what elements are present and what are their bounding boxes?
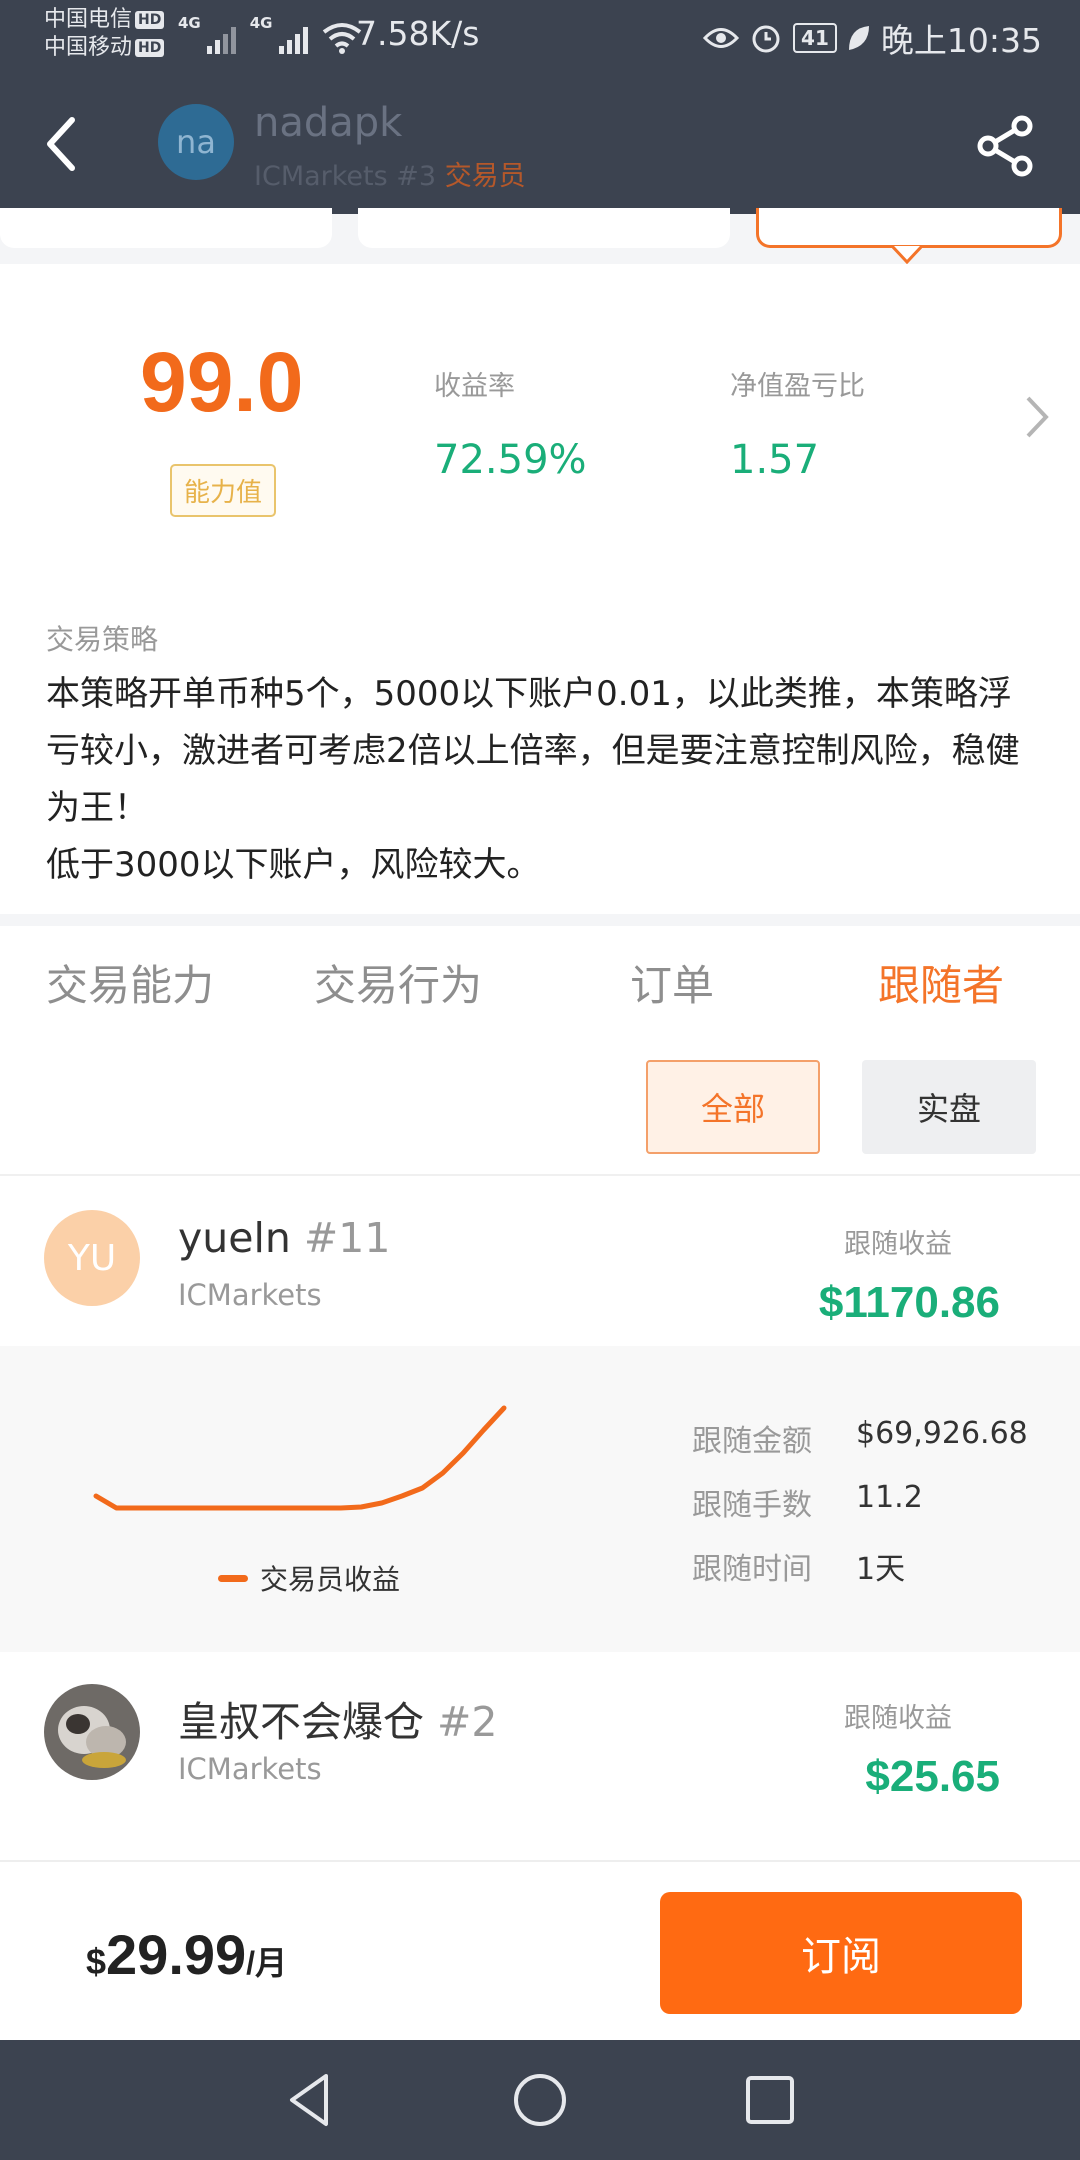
tab-trading-ability[interactable]: 交易能力 [46, 952, 214, 1013]
filter-all-button[interactable]: 全部 [646, 1060, 820, 1154]
follow-earnings-label: 跟随收益 [844, 1703, 952, 1734]
nav-back-icon[interactable] [278, 2068, 342, 2132]
follower-name: 皇叔不会爆仓 #2 [178, 1688, 498, 1748]
app-header: na nadapk ICMarkets #3 交易员 [0, 72, 1080, 214]
trader-avatar: na [158, 104, 234, 180]
status-bar: 中国电信 HD 中国移动 HD 4G 4G 7.58K/s 41 晚上10:35 [0, 0, 1080, 72]
chevron-right-icon[interactable] [1024, 394, 1050, 440]
leaf-icon [848, 26, 869, 50]
follow-earnings-value: $1170.86 [818, 1278, 1000, 1327]
follower-detail-panel: 交易员收益 跟随金额 $69,926.68 跟随手数 11.2 跟随时间 1天 [0, 1346, 1080, 1652]
hd-badge: HD [135, 39, 165, 57]
follower-avatar: YU [44, 1210, 140, 1306]
strategy-label: 交易策略 [46, 623, 159, 656]
metric-profit-loss-ratio: 净值盈亏比 1.57 [730, 364, 865, 483]
system-nav-bar [0, 2040, 1080, 2160]
price-currency: $ [86, 1941, 107, 1982]
stat-follow-amount: 跟随金额 $69,926.68 [692, 1416, 1028, 1460]
tab-bar: 交易能力 交易行为 订单 跟随者 [0, 926, 1080, 1036]
follow-earnings-label: 跟随收益 [844, 1229, 952, 1260]
follower-name-text: yueln [178, 1214, 291, 1262]
account-cards-strip [0, 208, 1080, 265]
metric-label: 收益率 [434, 371, 515, 402]
metric-label: 净值盈亏比 [730, 371, 865, 402]
network-speed: 7.58K/s [356, 14, 480, 53]
stat-label: 跟随时间 [692, 1552, 812, 1587]
cat-photo-icon [44, 1684, 140, 1780]
battery-icon: 41 [793, 23, 837, 53]
follower-row[interactable]: YU yueln #11 ICMarkets 跟随收益 $1170.86 [0, 1178, 1080, 1346]
follower-rank: #11 [303, 1214, 391, 1262]
score-section[interactable]: 99.0 能力值 收益率 72.59% 净值盈亏比 1.57 [0, 264, 1080, 594]
stat-label: 跟随手数 [692, 1488, 812, 1523]
follower-name: yueln #11 [178, 1214, 390, 1262]
tab-followers[interactable]: 跟随者 [878, 952, 1004, 1013]
follower-filters: 全部 实盘 [0, 1036, 1080, 1176]
role-badge: 交易员 [444, 161, 526, 192]
stat-label: 跟随金额 [692, 1424, 812, 1459]
stat-follow-time: 跟随时间 1天 [692, 1544, 905, 1588]
follower-name-text: 皇叔不会爆仓 [178, 1698, 424, 1746]
strategy-text: 本策略开单币种5个，5000以下账户0.01，以此类推，本策略浮亏较小，激进者可… [46, 674, 1020, 885]
metric-return: 收益率 72.59% [434, 364, 587, 483]
carrier-2: 中国移动 [44, 35, 133, 60]
tab-orders[interactable]: 订单 [630, 952, 714, 1013]
status-right: 41 晚上10:35 [703, 14, 1042, 62]
trader-name: nadapk [254, 100, 403, 146]
account-card-selected[interactable] [756, 208, 1062, 248]
ability-tag: 能力值 [170, 464, 277, 517]
price-period: /月 [246, 1945, 288, 1981]
signal-icons: 4G 4G [178, 14, 362, 54]
account-card[interactable] [0, 208, 332, 248]
broker-rank: ICMarkets #3 [254, 161, 437, 192]
carrier-1: 中国电信 [44, 7, 133, 32]
hd-badge: HD [135, 11, 165, 29]
subscription-price: $29.99/月 [86, 1922, 287, 1987]
follower-row[interactable]: 皇叔不会爆仓 #2 ICMarkets 跟随收益 $25.65 [0, 1652, 1080, 1818]
series-line-trader-earnings [93, 1405, 507, 1511]
ability-score: 99.0 [140, 335, 304, 429]
section-divider [0, 914, 1080, 926]
network-type-label: 4G [249, 14, 273, 32]
stat-value: 1天 [856, 1552, 906, 1587]
account-card[interactable] [358, 208, 730, 248]
legend-swatch [218, 1574, 248, 1582]
follower-avatar-photo [44, 1684, 140, 1780]
filter-real-button[interactable]: 实盘 [862, 1060, 1036, 1154]
chart-legend: 交易员收益 [218, 1558, 400, 1598]
carrier-info: 中国电信 HD 中国移动 HD [44, 6, 165, 62]
subscribe-button[interactable]: 订阅 [660, 1892, 1022, 2014]
strategy-section: 交易策略 本策略开单币种5个，5000以下账户0.01，以此类推，本策略浮亏较小… [0, 594, 1080, 914]
clock: 晚上10:35 [880, 21, 1042, 60]
trader-subtitle: ICMarkets #3 交易员 [254, 154, 526, 193]
metric-value: 72.59% [434, 437, 587, 483]
back-icon[interactable] [38, 112, 88, 176]
alarm-icon [752, 25, 780, 53]
follower-broker: ICMarkets [178, 1278, 322, 1312]
selected-pointer [892, 246, 922, 265]
network-type-label: 4G [178, 14, 201, 32]
signal-strength-icon [278, 24, 308, 54]
nav-home-icon[interactable] [508, 2068, 572, 2132]
stat-follow-lots: 跟随手数 11.2 [692, 1480, 923, 1524]
subscribe-bar: $29.99/月 订阅 [0, 1860, 1080, 2040]
trader-earnings-chart [93, 1405, 507, 1511]
tab-trading-behavior[interactable]: 交易行为 [314, 952, 482, 1013]
signal-strength-icon [206, 24, 236, 54]
stat-value: $69,926.68 [856, 1416, 1028, 1451]
legend-label: 交易员收益 [260, 1563, 401, 1596]
share-icon[interactable] [974, 114, 1038, 178]
eye-icon [703, 28, 740, 48]
stat-value: 11.2 [856, 1480, 923, 1515]
price-amount: 29.99 [106, 1923, 247, 1986]
follower-broker: ICMarkets [178, 1752, 322, 1786]
follower-rank: #2 [437, 1698, 498, 1746]
metric-value: 1.57 [730, 437, 820, 483]
follow-earnings-value: $25.65 [865, 1752, 1000, 1801]
nav-recents-icon[interactable] [738, 2068, 802, 2132]
